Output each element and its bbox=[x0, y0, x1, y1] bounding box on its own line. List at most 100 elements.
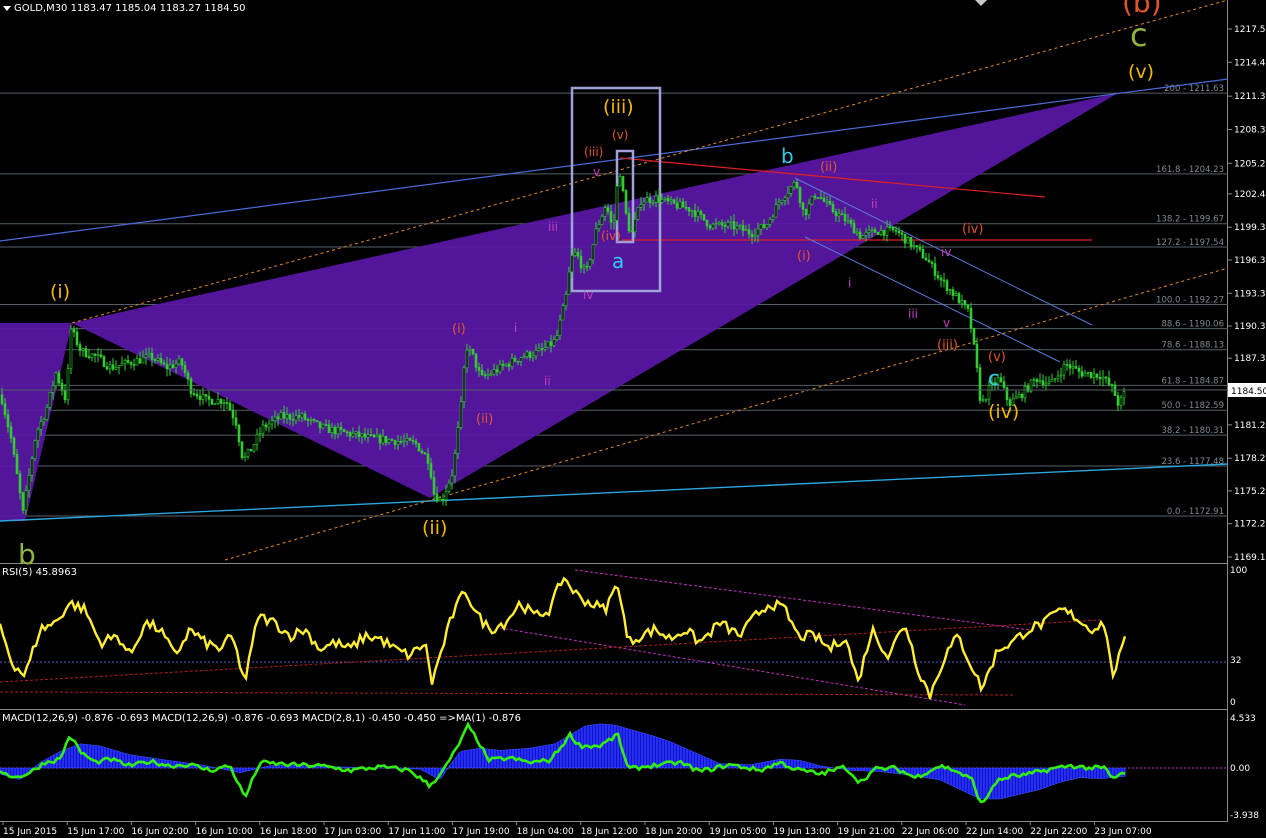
candle-body bbox=[921, 249, 925, 259]
fib-label: 0.0 - 1172.91 bbox=[1167, 507, 1224, 517]
candle-body bbox=[252, 444, 256, 452]
wave-label: iii bbox=[908, 307, 918, 321]
wave-label: i bbox=[514, 321, 517, 335]
candle-body bbox=[222, 402, 226, 404]
candle-body bbox=[678, 201, 682, 209]
candle-body bbox=[396, 441, 400, 445]
time-tick-label: 19 Jun 13:00 bbox=[773, 827, 830, 837]
macd-tick-label: 4.533 bbox=[1230, 714, 1256, 724]
candle-body bbox=[102, 356, 106, 368]
candle-body bbox=[132, 364, 136, 366]
candle-body bbox=[969, 308, 973, 329]
candle-body bbox=[951, 289, 955, 296]
purple-wedge[interactable] bbox=[0, 93, 1118, 498]
candle-body bbox=[375, 434, 379, 438]
macd-histogram bbox=[0, 723, 1126, 800]
candle-body bbox=[813, 195, 817, 198]
candle-body bbox=[141, 356, 145, 364]
candle-body bbox=[0, 394, 4, 404]
wave-label: (v) bbox=[988, 350, 1006, 365]
candle-body bbox=[156, 358, 160, 361]
candle-body bbox=[555, 335, 559, 341]
candle-body bbox=[231, 409, 235, 419]
lower-blue-trendline[interactable] bbox=[0, 463, 1229, 522]
candle-body bbox=[570, 255, 574, 273]
candle-body bbox=[402, 440, 406, 443]
candle-body bbox=[534, 349, 538, 357]
candle-body bbox=[165, 363, 169, 370]
time-tick-label: 17 Jun 11:00 bbox=[388, 827, 445, 837]
wedge-drawing[interactable] bbox=[0, 93, 1118, 521]
candle-body bbox=[330, 426, 334, 433]
candle-body bbox=[1044, 382, 1048, 386]
time-tick-label: 16 Jun 18:00 bbox=[260, 827, 317, 837]
candle-body bbox=[189, 378, 193, 394]
macd-tick-label: -3.938 bbox=[1230, 811, 1259, 821]
candle-body bbox=[468, 348, 472, 351]
time-tick-label: 16 Jun 10:00 bbox=[196, 827, 253, 837]
candle-body bbox=[354, 431, 358, 434]
candle-body bbox=[981, 399, 985, 401]
candle-body bbox=[585, 265, 589, 268]
candle-body bbox=[126, 359, 130, 363]
rsi-red-line-b[interactable] bbox=[0, 691, 1016, 696]
candle-body bbox=[606, 207, 610, 212]
candle-body bbox=[390, 439, 394, 441]
candle-body bbox=[3, 403, 7, 416]
candle-body bbox=[798, 187, 802, 203]
candle-body bbox=[270, 420, 274, 425]
candle-body bbox=[171, 364, 175, 368]
candle-body bbox=[285, 414, 289, 419]
candle-body bbox=[324, 424, 328, 426]
time-tick-label: 17 Jun 19:00 bbox=[452, 827, 509, 837]
fib-label: 100.0 - 1192.27 bbox=[1156, 296, 1224, 306]
candle-body bbox=[540, 348, 544, 350]
candle-body bbox=[579, 255, 583, 269]
dropdown-icon[interactable] bbox=[3, 5, 11, 11]
candle-body bbox=[633, 218, 637, 233]
candle-body bbox=[150, 352, 154, 360]
wave-label: c bbox=[1130, 16, 1148, 54]
candle-body bbox=[807, 203, 811, 215]
candle-body bbox=[246, 448, 250, 457]
candle-body bbox=[897, 230, 901, 234]
candle-body bbox=[903, 233, 907, 244]
candle-body bbox=[27, 475, 31, 491]
candle-body bbox=[333, 426, 337, 435]
candle-body bbox=[66, 368, 70, 401]
fib-label: 161.8 - 1204.23 bbox=[1156, 165, 1224, 175]
candle-body bbox=[321, 424, 325, 429]
candle-body bbox=[1086, 372, 1090, 374]
candle-body bbox=[441, 499, 445, 501]
time-tick-label: 15 Jun 17:00 bbox=[67, 827, 124, 837]
candle-body bbox=[843, 213, 847, 222]
candle-body bbox=[708, 225, 712, 229]
time-tick-label: 22 Jun 14:00 bbox=[966, 827, 1023, 837]
candle-body bbox=[978, 367, 982, 401]
candle-body bbox=[420, 450, 424, 454]
candle-body bbox=[1068, 364, 1072, 369]
candle-body bbox=[183, 364, 187, 374]
candle-body bbox=[711, 223, 715, 229]
candle-body bbox=[51, 385, 55, 393]
rsi-trendline-upper[interactable] bbox=[574, 569, 1031, 631]
candle-body bbox=[1032, 379, 1036, 381]
candle-body bbox=[696, 211, 700, 217]
candle-body bbox=[477, 367, 481, 371]
candle-body bbox=[417, 443, 421, 452]
candle-body bbox=[846, 219, 850, 222]
blue-channel-lower[interactable] bbox=[804, 236, 1061, 363]
candle-body bbox=[1047, 381, 1051, 384]
price-tick-label: 1208.30 bbox=[1234, 125, 1266, 135]
candle-body bbox=[147, 352, 151, 355]
candle-body bbox=[537, 348, 541, 351]
candle-body bbox=[1107, 377, 1111, 385]
candle-body bbox=[297, 415, 301, 418]
scroll-marker-icon[interactable] bbox=[975, 0, 987, 6]
candle-body bbox=[459, 401, 463, 428]
candle-body bbox=[480, 369, 484, 376]
rsi-red-line-a[interactable] bbox=[0, 619, 1101, 683]
wave-label: (v) bbox=[1128, 61, 1154, 83]
candle-body bbox=[627, 212, 631, 232]
wave-label: (i) bbox=[50, 281, 70, 303]
